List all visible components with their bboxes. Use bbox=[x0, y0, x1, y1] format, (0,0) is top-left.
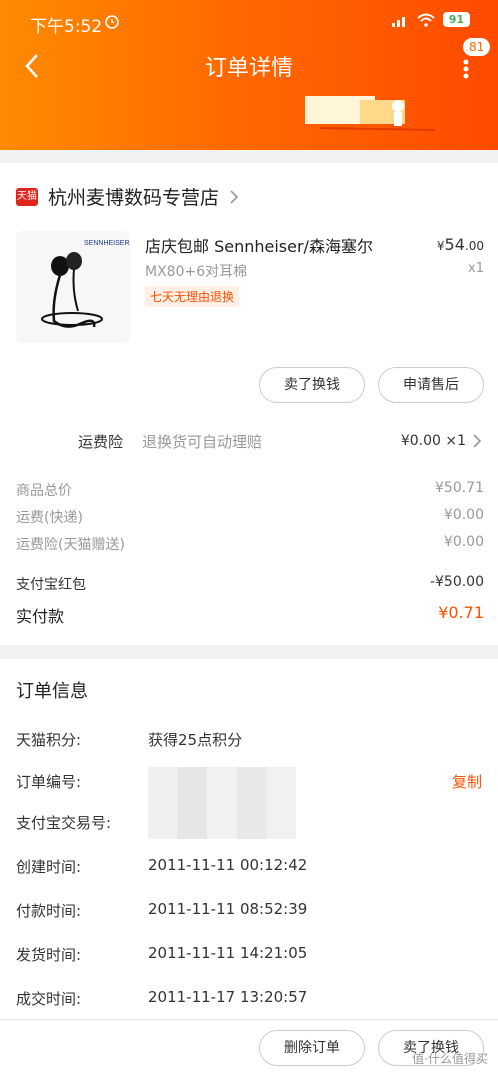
info-label: 发货时间: bbox=[16, 946, 82, 964]
summary-value: -¥50.00 bbox=[429, 574, 484, 590]
info-value: 2011-11-11 08:52:39 bbox=[148, 900, 308, 918]
product-qty: x1 bbox=[468, 261, 484, 276]
tmall-logo: 天猫 bbox=[16, 187, 38, 206]
info-value: 获得25点积分 bbox=[148, 731, 243, 749]
insurance-desc[interactable]: 退换货可自动理赔 bbox=[142, 431, 262, 452]
summary-value: ¥0.00 bbox=[443, 534, 484, 550]
after-sale-button[interactable]: 申请售后 bbox=[378, 367, 484, 403]
info-label: 天猫积分: bbox=[16, 731, 82, 749]
sell-button[interactable]: 卖了换钱 bbox=[259, 367, 365, 403]
info-value: 2011-11-11 00:12:42 bbox=[148, 856, 308, 874]
product-price: ¥54.00 bbox=[437, 235, 484, 254]
price-integer: 54 bbox=[444, 235, 465, 254]
order-info-card: 订单信息 天猫积分: 获得25点积分 订单编号: 支付宝交易号: 复制 创建时间… bbox=[0, 659, 498, 1019]
alarm-icon bbox=[105, 15, 119, 29]
price-decimal: .00 bbox=[464, 239, 484, 253]
status-time: 下午5:52 bbox=[30, 17, 103, 37]
shop-header[interactable]: 天猫 杭州麦博数码专营店 bbox=[16, 183, 239, 210]
chevron-right-icon bbox=[230, 189, 239, 204]
info-value: 2011-11-17 13:20:57 bbox=[148, 988, 308, 1006]
redacted-order-number bbox=[148, 767, 296, 839]
summary-value: ¥50.71 bbox=[435, 480, 484, 496]
product-image[interactable]: SENNHEISER bbox=[16, 231, 130, 343]
product-title[interactable]: 店庆包邮 Sennheiser/森海塞尔 bbox=[145, 233, 373, 257]
summary-row: 运费(快递) ¥0.00 bbox=[16, 507, 484, 527]
order-card: 天猫 杭州麦博数码专营店 SENNHEISER 店庆包邮 Sennheiser/… bbox=[0, 163, 498, 645]
insurance-price[interactable]: ¥0.00 ×1 bbox=[401, 433, 466, 449]
notification-badge: 81 bbox=[463, 38, 491, 56]
battery-badge: 91 bbox=[442, 12, 470, 27]
info-label: 成交时间: bbox=[16, 990, 82, 1008]
order-info-title: 订单信息 bbox=[16, 681, 88, 702]
summary-label: 支付宝红包 bbox=[16, 577, 86, 593]
header: 下午5:52 91 订单详情 81 bbox=[0, 0, 498, 150]
info-label: 订单编号: bbox=[16, 773, 82, 791]
summary-label: 运费险(天猫赠送) bbox=[16, 537, 125, 553]
info-label: 付款时间: bbox=[16, 902, 82, 920]
info-label: 创建时间: bbox=[16, 858, 82, 876]
signal-icon bbox=[391, 16, 405, 27]
info-value: 2011-11-11 14:21:05 bbox=[148, 944, 308, 962]
summary-row: 支付宝红包 -¥50.00 bbox=[16, 574, 484, 594]
product-brand-text: SENNHEISER bbox=[84, 240, 130, 247]
shop-name[interactable]: 杭州麦博数码专营店 bbox=[48, 183, 219, 210]
delete-order-button[interactable]: 删除订单 bbox=[259, 1030, 365, 1066]
insurance-label[interactable]: 运费险 bbox=[78, 431, 123, 452]
status-right: 91 bbox=[391, 12, 470, 27]
return-policy-tag: 七天无理由退换 bbox=[145, 286, 240, 307]
summary-label: 商品总价 bbox=[16, 483, 72, 499]
status-bar: 下午5:52 91 bbox=[0, 0, 498, 44]
chevron-right-icon[interactable] bbox=[472, 433, 482, 449]
more-icon[interactable] bbox=[462, 58, 470, 80]
price-currency: ¥ bbox=[436, 239, 445, 253]
total-paid-label: 实付款 bbox=[16, 607, 65, 626]
summary-label: 运费(快递) bbox=[16, 510, 83, 526]
total-paid-row: 实付款 ¥0.71 bbox=[16, 603, 484, 627]
summary-row: 运费险(天猫赠送) ¥0.00 bbox=[16, 534, 484, 554]
total-paid-value: ¥0.71 bbox=[438, 603, 484, 622]
page-title: 订单详情 bbox=[204, 56, 293, 81]
summary-row: 商品总价 ¥50.71 bbox=[16, 480, 484, 500]
product-spec: MX80+6对耳棉 bbox=[145, 264, 248, 280]
watermark: 值·什么值得买 bbox=[412, 1052, 488, 1066]
info-label: 支付宝交易号: bbox=[16, 814, 112, 832]
banner-illustration bbox=[305, 96, 436, 131]
summary-value: ¥0.00 bbox=[443, 507, 484, 523]
copy-button[interactable]: 复制 bbox=[452, 771, 482, 792]
wifi-icon bbox=[417, 13, 435, 27]
